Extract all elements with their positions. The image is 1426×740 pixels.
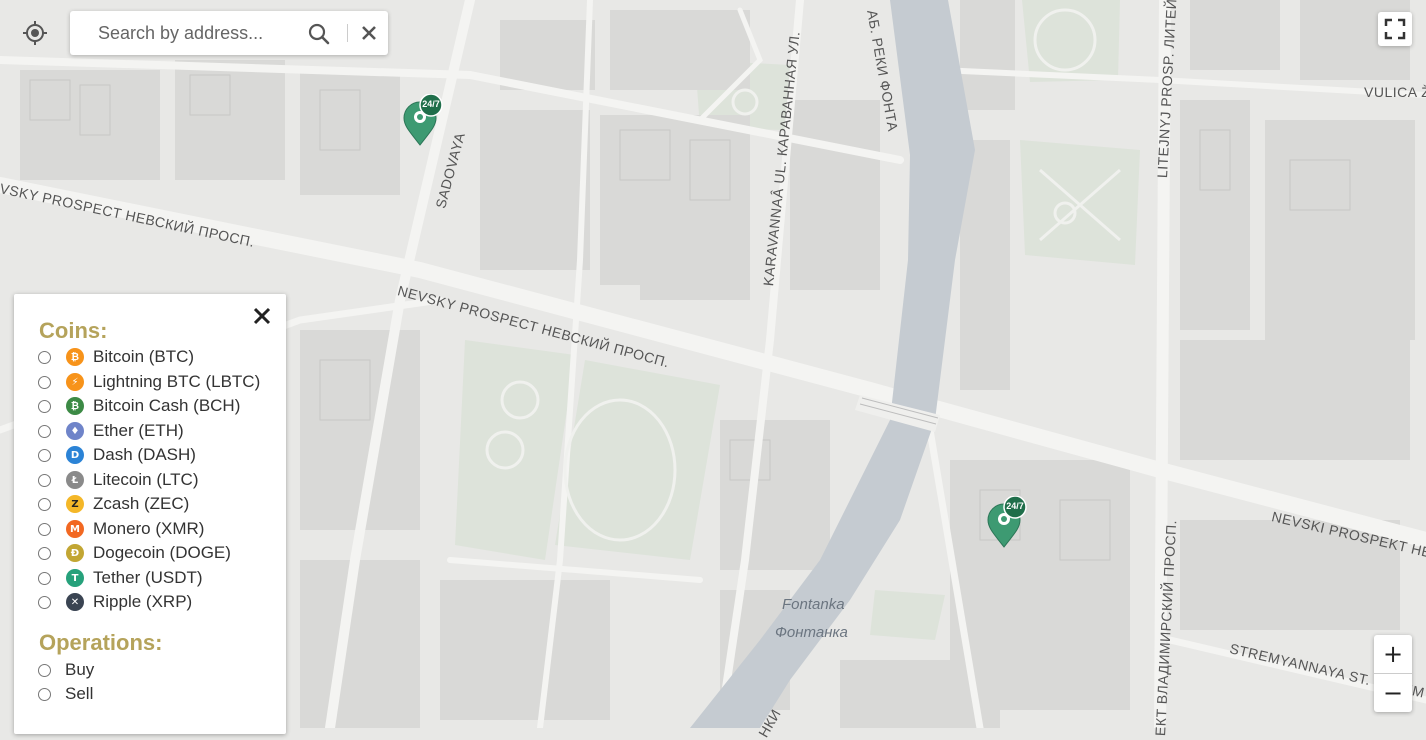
coin-option-bch[interactable]: ₿ Bitcoin Cash (BCH) bbox=[38, 395, 240, 417]
atm-marker[interactable]: 24/7 bbox=[984, 495, 1030, 548]
coin-option-xmr[interactable]: M Monero (XMR) bbox=[38, 518, 204, 540]
street-label: VULICA Ž bbox=[1364, 84, 1426, 100]
close-icon[interactable] bbox=[252, 306, 272, 326]
litecoin-icon: Ł bbox=[66, 471, 84, 489]
dogecoin-icon: Ð bbox=[66, 544, 84, 562]
coin-label: Ripple (XRP) bbox=[93, 592, 193, 611]
coin-label: Monero (XMR) bbox=[93, 519, 205, 538]
radio-button[interactable] bbox=[38, 424, 51, 438]
marker-badge: 24/7 bbox=[1006, 501, 1024, 511]
coin-option-ltc[interactable]: Ł Litecoin (LTC) bbox=[38, 469, 199, 491]
marker-badge: 24/7 bbox=[422, 99, 440, 109]
coin-option-lbtc[interactable]: ⚡ Lightning BTC (LBTC) bbox=[38, 371, 260, 393]
radio-button[interactable] bbox=[38, 522, 51, 536]
bitcoin-cash-icon: ₿ bbox=[66, 397, 84, 415]
radio-button[interactable] bbox=[38, 375, 51, 389]
fullscreen-button[interactable] bbox=[1378, 12, 1412, 46]
ether-icon: ♦ bbox=[66, 422, 84, 440]
radio-button[interactable] bbox=[38, 571, 51, 585]
radio-button[interactable] bbox=[38, 595, 51, 609]
operations-title: Operations: bbox=[39, 630, 163, 655]
close-icon[interactable] bbox=[360, 24, 378, 42]
radio-button[interactable] bbox=[38, 448, 51, 462]
lightning-icon: ⚡ bbox=[66, 373, 84, 391]
dash-icon: D bbox=[66, 446, 84, 464]
radio-button[interactable] bbox=[38, 497, 51, 511]
coin-option-btc[interactable]: ₿ Bitcoin (BTC) bbox=[38, 346, 194, 368]
coin-option-dash[interactable]: D Dash (DASH) bbox=[38, 444, 196, 466]
water-label: Фонтанка bbox=[775, 624, 848, 641]
atm-marker[interactable]: 24/7 bbox=[400, 93, 446, 146]
tether-icon: T bbox=[66, 569, 84, 587]
coin-option-usdt[interactable]: T Tether (USDT) bbox=[38, 567, 203, 589]
monero-icon: M bbox=[66, 520, 84, 538]
coin-label: Ether (ETH) bbox=[93, 421, 184, 440]
search-divider bbox=[347, 24, 348, 42]
bitcoin-icon: ₿ bbox=[66, 348, 84, 366]
radio-button[interactable] bbox=[38, 546, 51, 560]
coin-label: Tether (USDT) bbox=[93, 568, 203, 587]
search-bar bbox=[70, 11, 388, 55]
zoom-in-button[interactable]: + bbox=[1374, 635, 1412, 673]
zoom-control: + − bbox=[1374, 635, 1412, 712]
coin-label: Dash (DASH) bbox=[93, 445, 196, 464]
locate-button[interactable] bbox=[14, 12, 56, 54]
coin-label: Bitcoin (BTC) bbox=[93, 347, 195, 366]
coin-label: Litecoin (LTC) bbox=[93, 470, 199, 489]
coin-option-zec[interactable]: Z Zcash (ZEC) bbox=[38, 493, 189, 515]
operation-label: Buy bbox=[65, 660, 95, 679]
water-label: Fontanka bbox=[782, 596, 845, 613]
radio-button[interactable] bbox=[38, 687, 51, 701]
fullscreen-icon bbox=[1384, 18, 1406, 40]
coins-title: Coins: bbox=[39, 318, 108, 343]
search-input[interactable] bbox=[96, 21, 290, 45]
coin-label: Zcash (ZEC) bbox=[93, 494, 190, 513]
ripple-icon: ✕ bbox=[66, 593, 84, 611]
operation-option-sell[interactable]: Sell bbox=[38, 683, 93, 705]
coin-label: Dogecoin (DOGE) bbox=[93, 543, 231, 562]
radio-button[interactable] bbox=[38, 350, 51, 364]
zcash-icon: Z bbox=[66, 495, 84, 513]
radio-button[interactable] bbox=[38, 663, 51, 677]
radio-button[interactable] bbox=[38, 399, 51, 413]
filter-panel: Coins: ₿ Bitcoin (BTC) ⚡ Lightning BTC (… bbox=[14, 294, 286, 734]
coin-option-xrp[interactable]: ✕ Ripple (XRP) bbox=[38, 591, 192, 613]
operation-label: Sell bbox=[65, 684, 94, 703]
coin-option-doge[interactable]: Ð Dogecoin (DOGE) bbox=[38, 542, 231, 564]
operation-option-buy[interactable]: Buy bbox=[38, 659, 94, 681]
radio-button[interactable] bbox=[38, 473, 51, 487]
coin-label: Lightning BTC (LBTC) bbox=[93, 372, 261, 391]
zoom-out-button[interactable]: − bbox=[1374, 674, 1412, 712]
search-icon[interactable] bbox=[308, 23, 330, 45]
crosshair-icon bbox=[23, 21, 47, 45]
coin-label: Bitcoin Cash (BCH) bbox=[93, 396, 241, 415]
coin-option-eth[interactable]: ♦ Ether (ETH) bbox=[38, 420, 184, 442]
